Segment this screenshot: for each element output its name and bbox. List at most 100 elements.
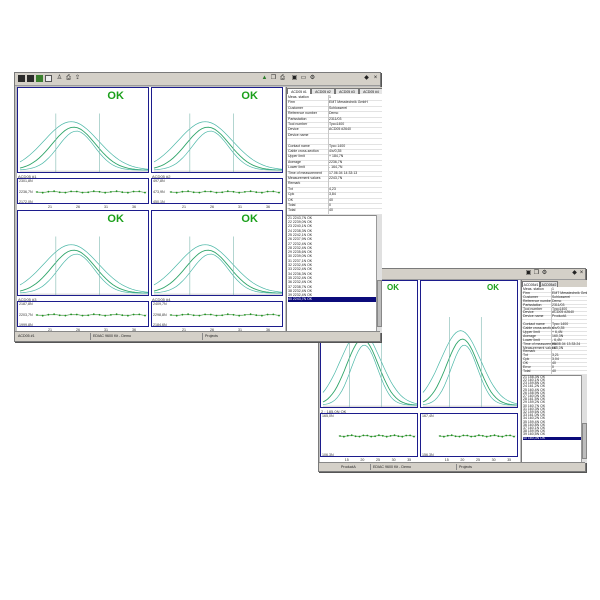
tab-acd05-1[interactable]: ACD05 #1 [287,88,311,94]
main-status-bar: ACD05 #1 EDIAC 9600 Kit - Demo Projects [15,331,380,341]
settings-icon[interactable]: ⚙ [309,75,316,82]
status-divider [202,333,203,340]
envelope-lower [322,344,417,406]
status-left-text: ProductA [341,465,356,469]
status-ok-label: OK [487,283,499,292]
user-icon[interactable]: ♙ [56,75,63,82]
status-center-text: EDIAC 9600 Kit - Demo [373,465,411,469]
folder-icon[interactable]: ▭ [300,75,307,82]
envelope-lower [19,130,148,171]
back-status-bar: ProductA EDIAC 9600 Kit - Demo Projects [319,462,585,471]
x-tick-label: 30 [491,457,496,462]
list-scrollbar[interactable] [581,374,587,463]
tab-acd05-3[interactable]: ACD05 #3 [335,88,359,94]
x-tick-label: 20 [460,457,465,462]
chart-cell: OK ACD05 #1 2301,8N 2236,7N 2172,0N 21 26 31 36 [17,87,150,209]
force-chart-svg [153,236,283,296]
scrollbar-thumb[interactable] [377,279,382,328]
trend-svg [438,434,516,438]
x-tick-label: 36 [266,204,270,209]
info-value: 40 [329,208,333,213]
envelope-upper [153,244,283,293]
y-tick-label: 497,8N [153,179,165,184]
tab-acd05-2[interactable]: ACD05 #2 [311,88,335,94]
status-right-text: Projects [459,465,472,469]
main-toolbar: ♙ ⎙ ⇪ ▲ ❐ ⎙ ▣ ▭ ⚙ ◆ × [15,73,380,86]
grid-view-icon[interactable] [18,75,25,82]
status-ok-label: OK [107,213,124,225]
force-chart-svg [422,317,518,408]
status-divider [90,333,91,340]
measurement-list[interactable]: 21 158,3N OK 22 160,1N OK 23 159,8N OK 24 1… [522,374,582,463]
status-right-text: Projects [205,334,218,338]
list-view-icon[interactable] [27,75,34,82]
y-tick-label: 2184,6N [153,322,167,327]
chart-view-icon[interactable] [36,75,43,82]
y-tick-label: 165,0N [322,414,334,419]
close-icon[interactable]: × [578,270,585,277]
y-tick-label: 156,3N [422,452,434,457]
copy-icon[interactable]: ❐ [270,75,277,82]
trend-chart[interactable]: 497,8N 473,9N 450,1N [151,178,283,204]
envelope-upper [19,244,149,293]
force-chart[interactable]: OK [17,87,149,174]
pin-icon[interactable]: ◆ [363,75,370,82]
copy-icon[interactable]: ❐ [533,270,540,277]
print-preview-icon[interactable]: ⎙ [65,75,72,82]
save-icon[interactable]: ▣ [291,75,298,82]
status-ok-label: OK [241,213,258,225]
force-chart[interactable]: OK [151,210,283,297]
chart-cell: OK ACD05 #4 2409,7N 2298,8N 2184,6N 21 26 31 36 [151,210,284,332]
y-tick-label: 2203,7N [19,312,33,317]
force-chart[interactable]: OK [420,280,518,409]
y-tick-label: 2298,8N [153,312,167,317]
y-tick-label: 2187,8N [19,302,33,307]
close-icon[interactable]: × [372,75,379,82]
trend-chart[interactable]: 165,0N 106,3N [320,413,418,457]
chart-cell: OK 167,4N 156,3N 15 20 25 30 35 [420,280,519,462]
tab-acd05-4[interactable]: ACD05 #4 [359,88,382,94]
trend-svg [338,434,416,438]
y-tick-label: 450,1N [153,199,165,204]
save-icon[interactable]: ▣ [525,270,532,277]
force-curve [19,126,149,171]
status-ok-label: OK [107,90,124,102]
measurement-list[interactable]: 21 2243,7N OK 22 2239,0N OK 23 2240,1N OK 2… [287,214,377,333]
scrollbar-thumb[interactable] [582,423,587,459]
list-item-selected[interactable]: 40 2243,7N OK [288,297,376,302]
settings-icon[interactable]: ⚙ [541,270,548,277]
main-window[interactable]: ♙ ⎙ ⇪ ▲ ❐ ⎙ ▣ ▭ ⚙ ◆ × OK ACD05 #1 2301,8N 2… [14,72,382,342]
trend-svg [35,313,147,317]
x-tick-label: 31 [238,204,242,209]
page-icon[interactable] [45,75,52,82]
pin-icon[interactable]: ◆ [571,270,578,277]
x-tick-label: 36 [132,204,136,209]
trend-chart[interactable]: 2187,8N 2203,7N 1999,8N [17,301,149,327]
list-item-selected[interactable]: 40 160,3N OK [523,436,581,440]
chart-cell: OK ACD05 #3 2187,8N 2203,7N 1999,8N 21 26 31 36 [17,210,150,332]
force-chart[interactable]: OK [151,87,283,174]
status-ok-label: OK [241,90,258,102]
x-tick-label: 35 [407,457,412,462]
force-chart-svg [19,236,149,296]
trend-svg [169,313,281,317]
envelope-upper [19,121,149,170]
export-icon[interactable]: ⇪ [74,75,81,82]
y-tick-label: 1999,8N [19,322,33,327]
trend-chart[interactable]: 2301,8N 2236,7N 2172,0N [17,178,149,204]
status-left-text: ACD05 #1 [18,334,35,338]
x-tick-label: 15 [344,457,349,462]
trend-chart[interactable]: 167,4N 156,3N [420,413,518,457]
force-chart[interactable]: OK [17,210,149,297]
list-scrollbar[interactable] [376,214,382,333]
chart-cell: OK ACD05 #2 497,8N 473,9N 450,1N 21 26 31 36 [151,87,284,209]
force-chart-svg [19,113,149,173]
x-tick-label: 30 [391,457,396,462]
x-tick-label: 35 [507,457,512,462]
trend-chart[interactable]: 2409,7N 2298,8N 2184,6N [151,301,283,327]
force-curve [153,126,283,171]
x-tick-label: 25 [376,457,380,462]
tree-icon[interactable]: ▲ [261,75,268,82]
print-icon[interactable]: ⎙ [279,75,286,82]
y-tick-label: 473,9N [153,189,165,194]
